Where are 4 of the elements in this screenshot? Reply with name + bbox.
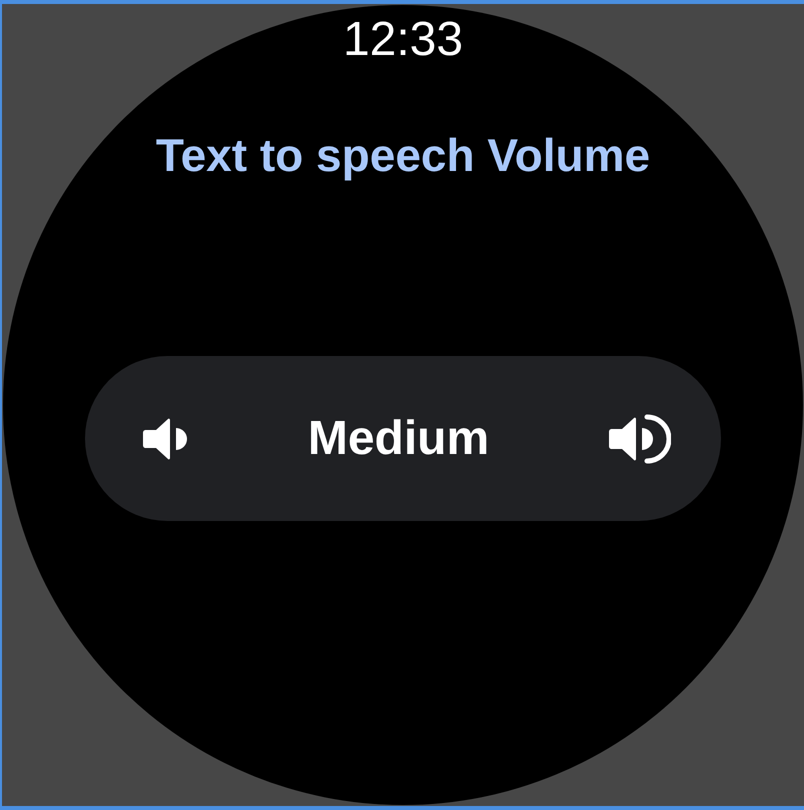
screen-title: Text to speech Volume [156,132,650,178]
clock-time: 12:33 [342,16,464,64]
volume-level-label: Medium [308,414,490,462]
volume-down-icon[interactable] [143,416,188,460]
